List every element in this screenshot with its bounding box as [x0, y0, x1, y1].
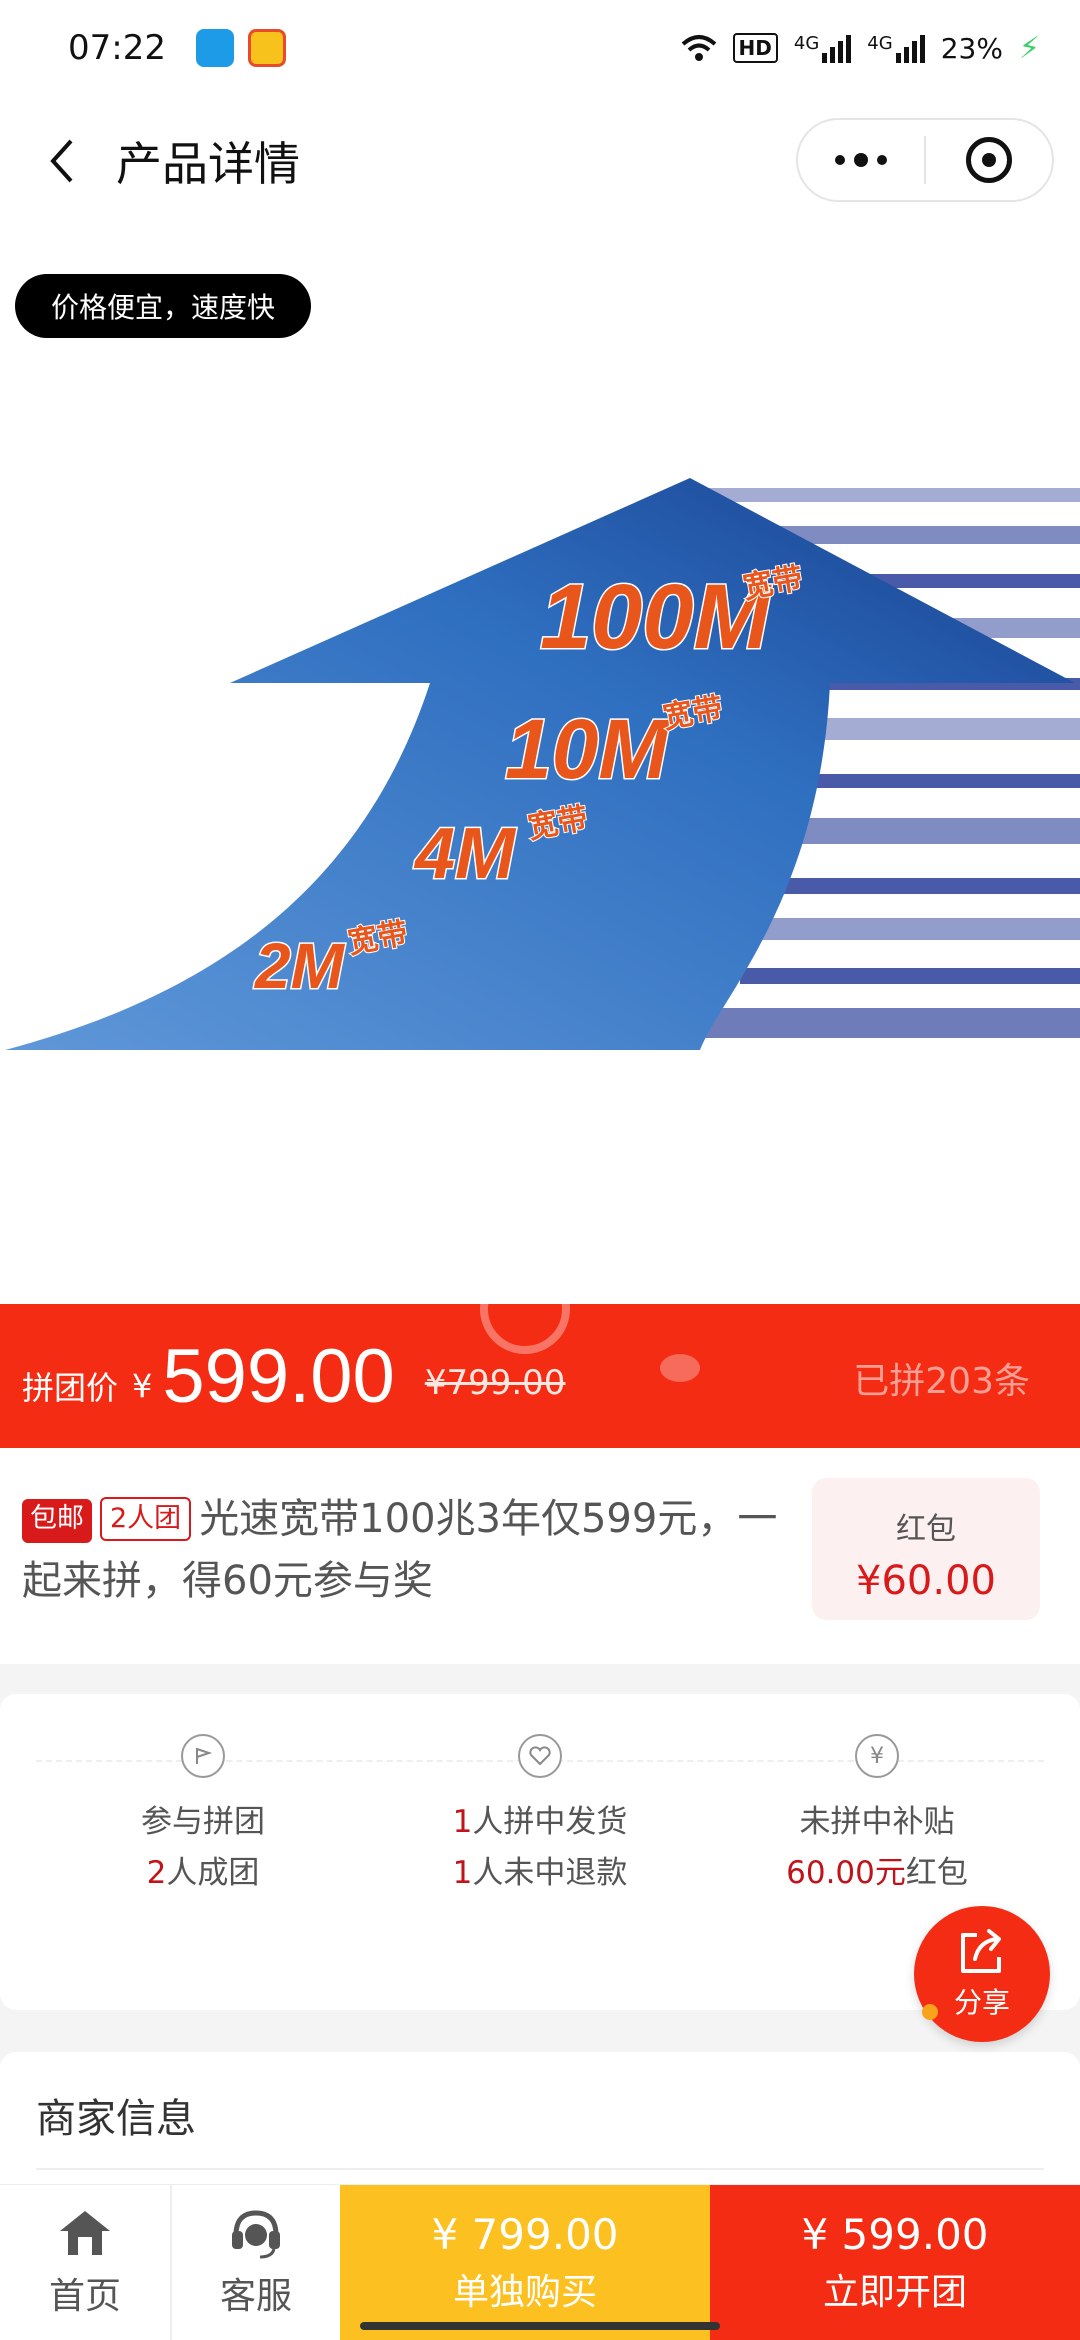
- sold-count: 已拼203条: [853, 1361, 1030, 1402]
- merchant-divider: [36, 2168, 1044, 2170]
- status-time: 07:22: [68, 28, 166, 68]
- notification-icons: [195, 29, 286, 67]
- speed-label-2m: 2M: [254, 930, 346, 1002]
- battery-percent: 23%: [940, 31, 1003, 65]
- red-packet-box[interactable]: 红包 ¥60.00: [812, 1478, 1040, 1620]
- hd-icon: HD: [732, 33, 778, 63]
- home-label: 首页: [48, 2275, 121, 2317]
- wifi-icon: [681, 35, 716, 61]
- merchant-title: 商家信息: [36, 2096, 196, 2142]
- decoration-dot: [660, 1354, 700, 1382]
- product-tag: 价格便宜，速度快: [15, 274, 312, 338]
- home-icon: [60, 2210, 110, 2255]
- rule-join-group: 参与拼团 2人成团: [53, 1734, 353, 1892]
- decoration-ring: [480, 1304, 570, 1354]
- rule-line2: 60.00元红包: [786, 1855, 968, 1891]
- back-button[interactable]: [22, 121, 102, 201]
- signal-icon-1: 4G: [794, 33, 852, 63]
- broadband-speed-banner: 100M 10M 4M 2M 宽带 宽带 宽带 宽带: [0, 478, 1080, 1050]
- chevron-left-icon: [50, 139, 73, 183]
- product-title: 包邮 2人团 光速宽带100兆3年仅599元，一起来拼，得60元参与奖: [22, 1488, 782, 1612]
- rule-line1: 1人拼中发货: [452, 1804, 628, 1840]
- nav-bar: 产品详情: [0, 96, 1080, 226]
- more-dots-icon: [835, 153, 887, 167]
- game-app-icon: [247, 29, 286, 67]
- group-price-bar: 拼团价 ¥ 599.00 ¥799.00 已拼203条: [0, 1304, 1080, 1448]
- signal-icon-2: 4G: [867, 33, 925, 63]
- yen-icon: ¥: [855, 1734, 899, 1778]
- speed-label-4m: 4M: [413, 814, 517, 894]
- rule-subsidy: ¥ 未拼中补贴 60.00元红包: [727, 1734, 1027, 1892]
- target-icon: [966, 137, 1012, 183]
- rule-line2: 2人成团: [146, 1855, 260, 1891]
- product-title-section: 包邮 2人团 光速宽带100兆3年仅599元，一起来拼，得60元参与奖 红包 ¥60…: [0, 1448, 1080, 1664]
- share-decoration-dot: [922, 2004, 938, 2020]
- rule-line1: 未拼中补贴: [799, 1804, 955, 1840]
- customer-service-label: 客服: [219, 2275, 292, 2317]
- status-bar: 07:22 HD 4G 4G 23% ⚡: [0, 0, 1080, 96]
- solo-price: ¥ 799.00: [431, 2210, 619, 2259]
- buy-alone-button[interactable]: ¥ 799.00 单独购买: [340, 2185, 710, 2340]
- speed-label-100m: 100M: [540, 566, 772, 668]
- red-packet-amount: ¥60.00: [856, 1558, 996, 1604]
- group-price: 599.00: [162, 1333, 395, 1419]
- share-icon: [961, 1929, 1001, 1973]
- headset-icon: [232, 2209, 280, 2258]
- charging-icon: ⚡: [1018, 30, 1040, 66]
- more-button[interactable]: [798, 120, 924, 200]
- share-label: 分享: [953, 1986, 1010, 2019]
- red-packet-label: 红包: [896, 1512, 956, 1547]
- group-size-badge: 2人团: [100, 1497, 192, 1541]
- customer-service-tab[interactable]: 客服: [170, 2185, 340, 2340]
- page-title: 产品详情: [116, 137, 300, 191]
- rule-delivery: 1人拼中发货 1人未中退款: [390, 1734, 690, 1892]
- rule-line1: 参与拼团: [141, 1804, 265, 1840]
- original-price: ¥799.00: [424, 1363, 566, 1403]
- group-buy-label: 立即开团: [822, 2272, 967, 2313]
- solo-label: 单独购买: [452, 2272, 597, 2313]
- share-button[interactable]: 分享: [914, 1906, 1050, 2042]
- home-indicator: [360, 2322, 720, 2330]
- flag-icon: [181, 1734, 225, 1778]
- close-program-button[interactable]: [926, 120, 1052, 200]
- start-group-button[interactable]: ¥ 599.00 立即开团: [710, 2185, 1080, 2340]
- speed-label-10m: 10M: [505, 702, 670, 796]
- product-image-area: 价格便宜，速度快 100M 10M 4M 2M 宽带 宽带 宽带 宽带: [0, 226, 1080, 1304]
- group-buy-price: ¥ 599.00: [801, 2210, 989, 2259]
- home-tab[interactable]: 首页: [0, 2185, 170, 2340]
- group-price-label: 拼团价: [22, 1369, 119, 1407]
- bottom-action-bar: 首页 客服 ¥ 799.00 单独购买 ¥ 599.00 立即开团: [0, 2184, 1080, 2340]
- heart-icon: [518, 1734, 562, 1778]
- status-indicators: HD 4G 4G 23% ⚡: [681, 31, 1040, 66]
- mini-program-capsule: [796, 118, 1054, 202]
- rule-line2: 1人未中退款: [452, 1855, 628, 1891]
- tplink-app-icon: [195, 29, 234, 67]
- free-shipping-badge: 包邮: [22, 1499, 92, 1543]
- currency-symbol: ¥: [132, 1367, 153, 1405]
